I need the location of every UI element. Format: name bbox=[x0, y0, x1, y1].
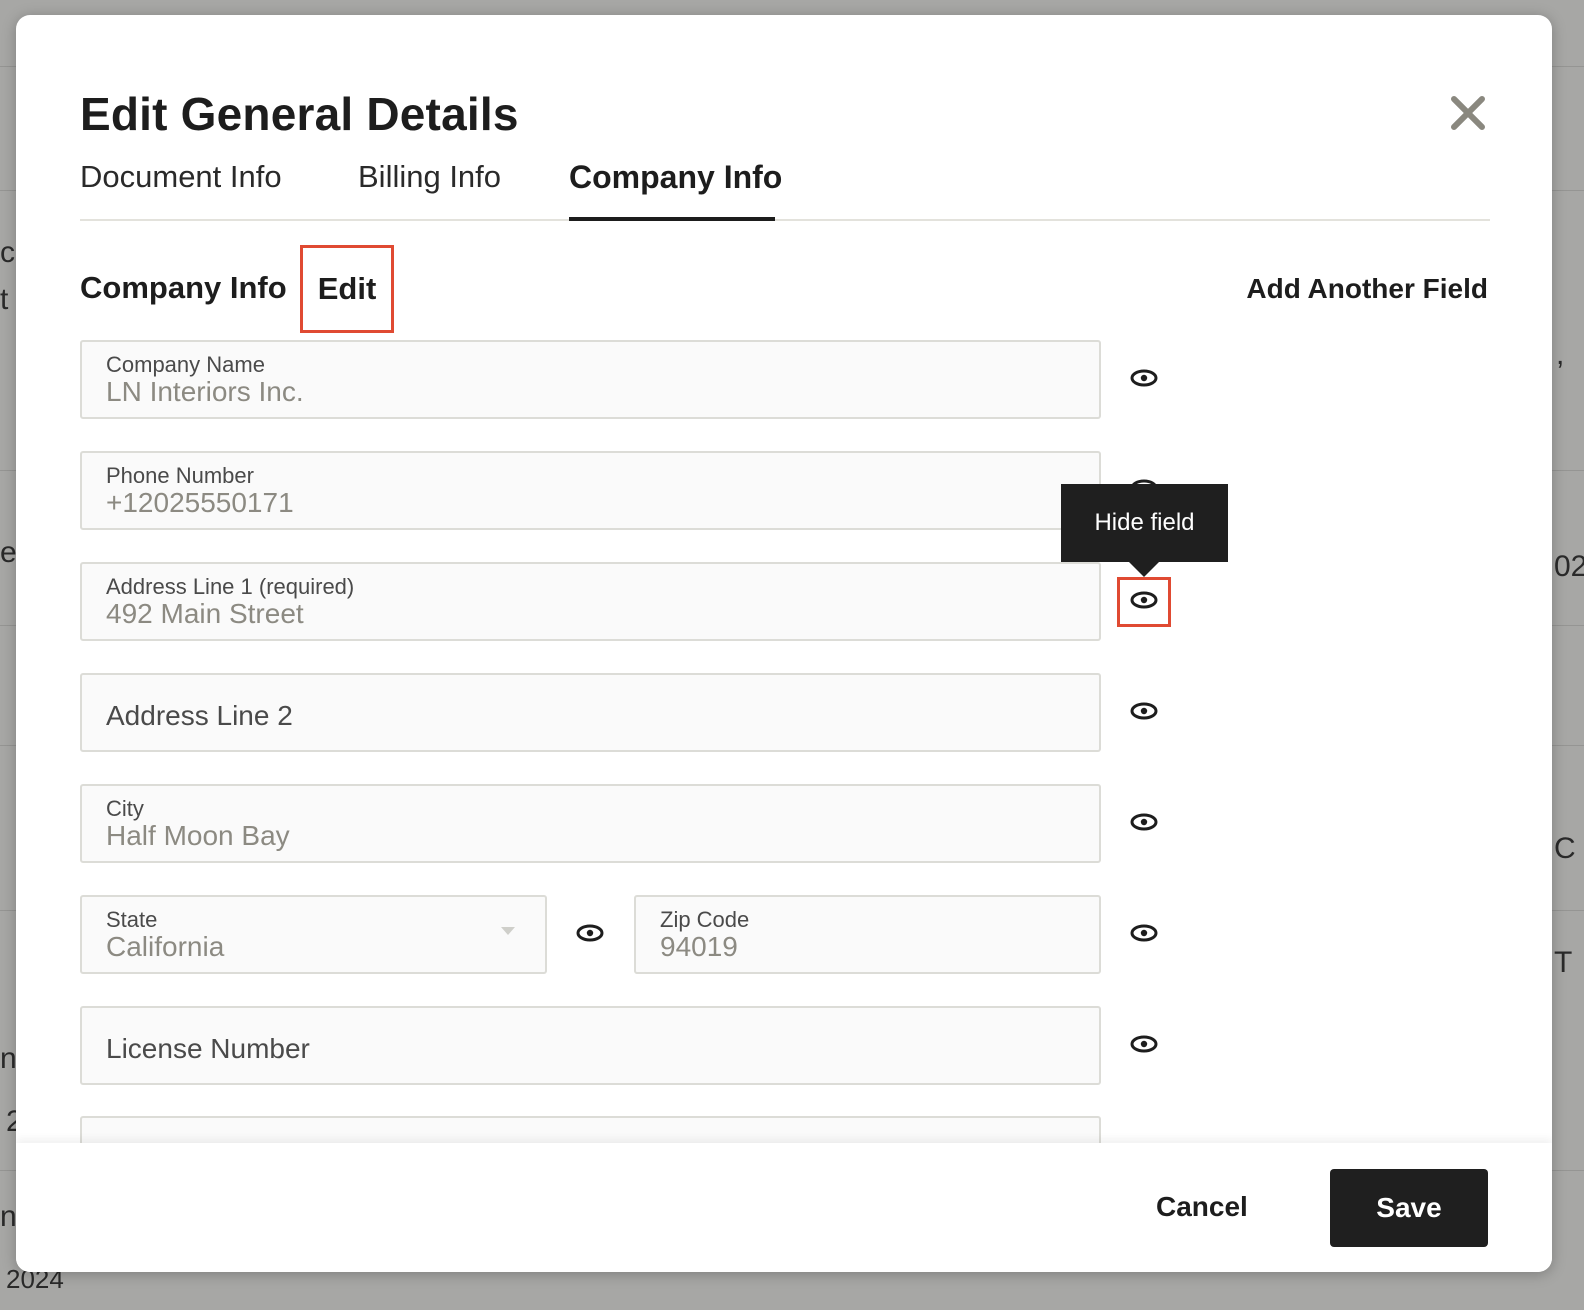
section-title: Company Info bbox=[80, 270, 287, 305]
bg-text: n bbox=[0, 1042, 17, 1075]
bg-text: n bbox=[0, 1200, 17, 1233]
field-value: 492 Main Street bbox=[106, 598, 304, 629]
edit-general-details-dialog: Edit General Details Document Info Billi… bbox=[16, 15, 1552, 1272]
city-field[interactable]: City Half Moon Bay bbox=[80, 784, 1101, 863]
dialog-footer: Cancel Save bbox=[16, 1143, 1552, 1272]
active-tab-indicator bbox=[569, 217, 775, 221]
save-button[interactable]: Save bbox=[1330, 1169, 1488, 1247]
field-value: Half Moon Bay bbox=[106, 820, 290, 851]
bg-text: e bbox=[0, 536, 17, 569]
field-label: Zip Code bbox=[660, 907, 750, 932]
eye-icon[interactable] bbox=[1129, 590, 1159, 610]
eye-icon[interactable] bbox=[1129, 368, 1159, 388]
field-label: City bbox=[106, 796, 144, 821]
phone-number-field[interactable]: Phone Number +12025550171 bbox=[80, 451, 1101, 530]
eye-icon[interactable] bbox=[575, 923, 605, 943]
bg-text: 02 bbox=[1554, 550, 1584, 583]
tab-document-info[interactable]: Document Info bbox=[80, 159, 282, 195]
field-label: State bbox=[106, 907, 158, 932]
field-label: Address Line 1 (required) bbox=[106, 574, 355, 599]
field-placeholder: License Number bbox=[106, 1033, 310, 1064]
field-placeholder: Address Line 2 bbox=[106, 700, 293, 731]
state-select[interactable]: State California bbox=[80, 895, 547, 974]
field-value: California bbox=[106, 931, 225, 962]
hide-field-tooltip: Hide field bbox=[1061, 484, 1228, 562]
tooltip-arrow bbox=[1128, 561, 1160, 577]
dialog-title: Edit General Details bbox=[80, 88, 519, 140]
bg-text: t bbox=[0, 283, 9, 316]
field-label: Phone Number bbox=[106, 463, 254, 488]
bg-text: c bbox=[0, 236, 15, 269]
tab-company-info[interactable]: Company Info bbox=[569, 159, 782, 196]
field-value: LN Interiors Inc. bbox=[106, 376, 304, 407]
address-line-1-field[interactable]: Address Line 1 (required) 492 Main Stree… bbox=[80, 562, 1101, 641]
add-another-field-button[interactable]: Add Another Field bbox=[1246, 273, 1488, 305]
zip-code-field[interactable]: Zip Code 94019 bbox=[634, 895, 1101, 974]
field-value: 94019 bbox=[660, 931, 738, 962]
edit-section-button[interactable]: Edit bbox=[300, 245, 394, 333]
close-button[interactable] bbox=[1448, 93, 1488, 133]
tab-bar: Document Info Billing Info Company Info bbox=[80, 159, 1490, 221]
bg-text: T bbox=[1554, 946, 1573, 979]
eye-icon[interactable] bbox=[1129, 812, 1159, 832]
chevron-down-icon bbox=[501, 927, 515, 935]
eye-icon[interactable] bbox=[1129, 701, 1159, 721]
cancel-button[interactable]: Cancel bbox=[1156, 1191, 1248, 1223]
field-label: Company Name bbox=[106, 352, 265, 377]
bg-text: C bbox=[1554, 832, 1576, 865]
company-name-field[interactable]: Company Name LN Interiors Inc. bbox=[80, 340, 1101, 419]
close-icon bbox=[1451, 96, 1485, 130]
address-line-2-field[interactable]: Address Line 2 bbox=[80, 673, 1101, 752]
bg-text: , bbox=[1556, 338, 1565, 371]
eye-icon[interactable] bbox=[1129, 1034, 1159, 1054]
license-number-field[interactable]: License Number bbox=[80, 1006, 1101, 1085]
eye-icon[interactable] bbox=[1129, 923, 1159, 943]
tab-billing-info[interactable]: Billing Info bbox=[358, 159, 501, 195]
field-value: +12025550171 bbox=[106, 487, 294, 518]
